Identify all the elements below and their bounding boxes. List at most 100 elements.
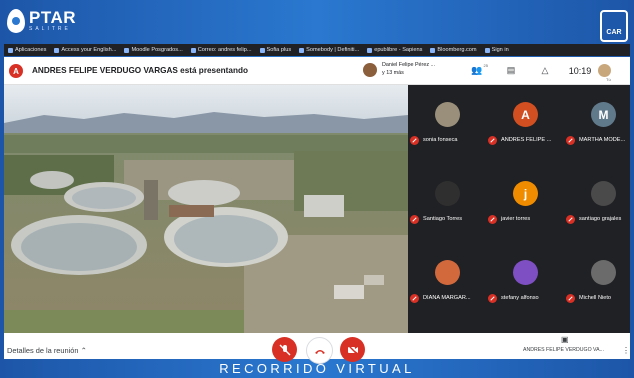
chat-button[interactable]: ▤ <box>494 65 528 76</box>
meeting-tools: 👥 25 ▤ △ 10:19 Tú <box>460 59 630 82</box>
participant-name: sonia fonseca <box>423 137 458 143</box>
bookmark-icon <box>367 47 373 53</box>
people-button[interactable]: 👥 25 <box>460 63 494 76</box>
bookmark-icon <box>8 47 13 53</box>
clock: 10:19 <box>568 65 592 76</box>
participant-names[interactable]: Daniel Felipe Pérez ... y 13 más <box>382 61 435 77</box>
ptar-logo: PTAR SALITRE <box>7 9 76 33</box>
bookmark-label: Correo: andres felip... <box>197 47 252 53</box>
bookmark-item[interactable]: Somebody | Definiti... <box>299 47 359 53</box>
camera-off-icon <box>347 344 358 355</box>
bookmark-label: Bloomberg.com <box>437 47 477 53</box>
participant-name: santiago grajales <box>579 216 622 222</box>
bookmark-icon <box>259 47 265 53</box>
bookmark-icon <box>299 47 305 53</box>
participant-count: 25 <box>483 63 488 68</box>
participant-tile[interactable]: sonia fonseca <box>410 97 486 157</box>
participant-avatar <box>513 260 538 285</box>
bookmark-item[interactable]: Sign in <box>484 47 509 53</box>
bookmarks-bar: Aplicaciones Access your English... Moodle… <box>4 44 630 56</box>
participant-tile[interactable]: Michell Nieto <box>566 255 634 315</box>
meeting-control-bar: Detalles de la reunión ⌃ ▣ ANDRES FELIPE… <box>4 333 630 364</box>
participant-name: ANDRES FELIPE ... <box>501 137 552 143</box>
participant-avatar <box>591 260 616 285</box>
participant-tile[interactable]: A ANDRES FELIPE ... <box>488 97 564 157</box>
participant-avatar <box>435 102 460 127</box>
bookmark-icon <box>124 47 130 53</box>
leave-call-button[interactable] <box>306 337 333 364</box>
participant-name: javier torres <box>501 216 531 222</box>
logo-main-text: PTAR <box>29 8 77 27</box>
shared-screen-video <box>4 85 408 333</box>
bookmark-item[interactable]: Aplicaciones <box>8 47 46 53</box>
participant-tile[interactable]: santiago grajales <box>566 176 634 236</box>
mic-muted-icon <box>410 294 419 303</box>
car-logo: CAR <box>600 10 628 42</box>
meeting-details-button[interactable]: Detalles de la reunión ⌃ <box>7 346 87 355</box>
people-icon: 👥 <box>471 65 483 75</box>
mic-muted-icon <box>488 136 497 145</box>
mic-toggle-button[interactable] <box>272 337 297 362</box>
participant-tile[interactable]: stefany alfonso <box>488 255 564 315</box>
activities-button[interactable]: △ <box>528 65 562 76</box>
participant-name: Santiago Torres <box>423 216 463 222</box>
participant-avatar: j <box>513 181 538 206</box>
participant-tile[interactable]: j javier torres <box>488 176 564 236</box>
bookmark-label: Access your English... <box>61 47 117 53</box>
bookmark-item[interactable]: Sofia plus <box>259 47 292 53</box>
mic-muted-icon <box>566 215 575 224</box>
participant-avatar: M <box>591 102 616 127</box>
participant-tile[interactable]: Santiago Torres <box>410 176 486 236</box>
bookmark-item[interactable]: Correo: andres felip... <box>190 47 252 53</box>
bookmark-label: Moodle Posgrados... <box>131 47 183 53</box>
participant-name: MARTHA MODE... <box>579 137 626 143</box>
bookmark-item[interactable]: epublibre - Sapiens <box>367 47 422 53</box>
presenting-label[interactable]: ANDRES FELIPE VERDUGO VA... <box>523 347 604 353</box>
more-options-icon[interactable]: ⋮ <box>622 346 630 355</box>
bookmark-icon <box>430 47 436 53</box>
hang-up-icon <box>314 349 325 354</box>
mic-off-icon <box>279 344 290 355</box>
chevron-up-icon: ⌃ <box>80 346 87 355</box>
participant-first: Daniel Felipe Pérez ... <box>382 62 436 68</box>
bookmark-item[interactable]: Access your English... <box>54 47 116 53</box>
mic-muted-icon <box>566 294 575 303</box>
chat-icon: ▤ <box>506 65 516 75</box>
participant-tile[interactable]: DIANA MARGAR... <box>410 255 486 315</box>
bookmark-label: Somebody | Definiti... <box>306 47 360 53</box>
participant-tile[interactable]: M MARTHA MODE... <box>566 97 634 157</box>
participant-more: y 13 más <box>382 70 404 76</box>
shapes-icon: △ <box>541 65 549 75</box>
meet-window: A ANDRES FELIPE VERDUGO VARGAS está pres… <box>4 57 630 364</box>
presenter-avatar: A <box>9 64 23 78</box>
mic-muted-icon <box>566 136 575 145</box>
presenter-status: ANDRES FELIPE VERDUGO VARGAS está presen… <box>32 66 248 75</box>
bookmark-item[interactable]: Moodle Posgrados... <box>124 47 183 53</box>
participant-name: DIANA MARGAR... <box>423 295 471 301</box>
participant-avatar <box>363 63 377 77</box>
meeting-details-label: Detalles de la reunión <box>7 346 79 355</box>
bookmark-icon <box>54 47 60 53</box>
mic-muted-icon <box>410 136 419 145</box>
participant-avatar <box>435 181 460 206</box>
bookmark-label: Sofia plus <box>266 47 292 53</box>
slide-caption: RECORRIDO VIRTUAL <box>219 361 415 376</box>
plant-aerial-image <box>4 85 408 333</box>
mic-muted-icon <box>488 294 497 303</box>
mic-muted-icon <box>410 215 419 224</box>
participant-avatar <box>591 181 616 206</box>
participant-gallery: sonia fonseca A ANDRES FELIPE ... M MARTHA M… <box>410 85 630 327</box>
participant-name: stefany alfonso <box>501 295 539 301</box>
participant-avatar: A <box>513 102 538 127</box>
logo-sub-text: SALITRE <box>29 26 71 32</box>
participant-avatar <box>435 260 460 285</box>
bookmark-icon <box>190 47 196 53</box>
camera-toggle-button[interactable] <box>340 337 365 362</box>
bookmark-label: Sign in <box>491 47 509 53</box>
bookmark-item[interactable]: Bloomberg.com <box>430 47 477 53</box>
bookmark-icon <box>484 47 490 53</box>
bookmark-label: epublibre - Sapiens <box>374 47 423 53</box>
water-drop-icon <box>7 9 25 33</box>
self-avatar[interactable] <box>598 64 611 77</box>
participant-name: Michell Nieto <box>579 295 612 301</box>
